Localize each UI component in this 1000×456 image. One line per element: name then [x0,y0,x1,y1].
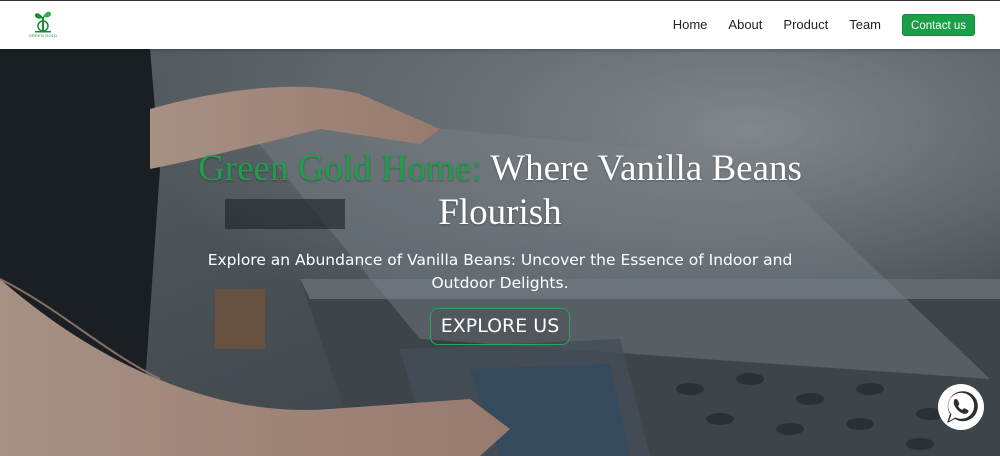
whatsapp-button[interactable] [937,383,985,431]
logo-text: GREEN GOLD [28,33,58,38]
sprout-icon [34,11,51,33]
nav-about[interactable]: About [728,13,762,37]
nav-team[interactable]: Team [849,13,881,37]
explore-us-button[interactable]: EXPLORE US [430,308,570,345]
main-nav: Home About Product Team Contact us [652,13,975,37]
whatsapp-icon [938,384,984,430]
hero-title: Green Gold Home: Where Vanilla Beans Flo… [140,147,860,235]
hero-title-rest: Where Vanilla Beans Flourish [438,148,802,233]
top-navbar: GREEN GOLD Home About Product Team Conta… [0,0,1000,49]
nav-product[interactable]: Product [783,13,828,37]
hero-subtitle: Explore an Abundance of Vanilla Beans: U… [207,251,793,292]
contact-us-button[interactable]: Contact us [902,14,975,36]
hero-section: Green Gold Home: Where Vanilla Beans Flo… [0,49,1000,456]
nav-home[interactable]: Home [673,13,708,37]
hero-title-highlight: Green Gold Home: [198,148,482,189]
logo[interactable]: GREEN GOLD [26,9,60,41]
